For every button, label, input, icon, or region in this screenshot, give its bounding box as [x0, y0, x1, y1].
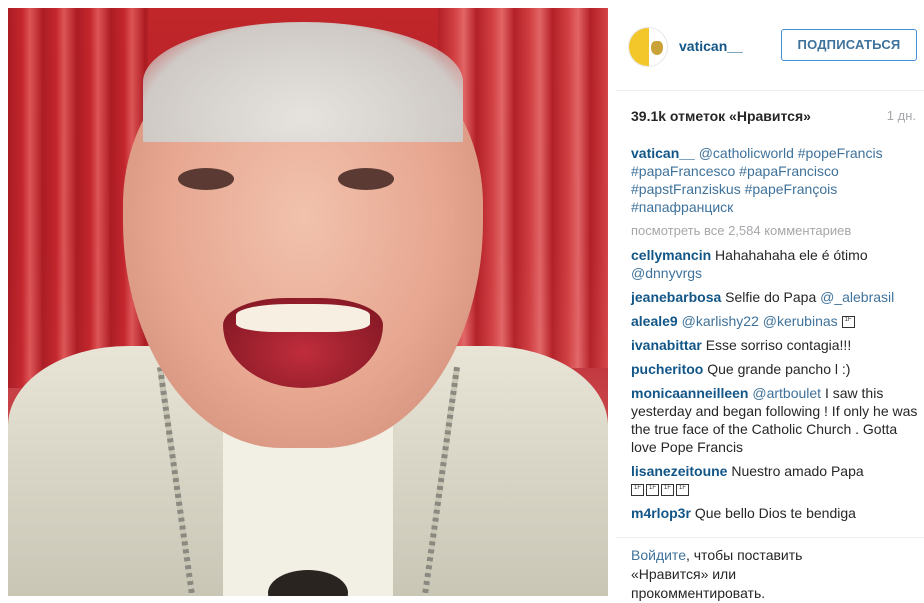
username-link[interactable]: vatican__	[679, 38, 743, 54]
emoji-glyph-icon: 1F	[646, 484, 659, 497]
list-item: lisanezeitoune Nuestro amado Papa 1F 1F 1F…	[631, 462, 919, 498]
teeth	[236, 304, 370, 332]
caption: vatican__ @catholicworld #popeFrancis #p…	[631, 144, 919, 216]
emoji-glyph-icon: 1F	[841, 316, 855, 329]
login-prompt: Войдите, чтобы поставить «Нравится» или …	[616, 537, 924, 601]
list-item: monicaanneilleen @artboulet I saw this y…	[631, 384, 919, 456]
list-item: m4rlop3r Que bello Dios te bendiga	[631, 504, 919, 522]
emoji-glyph-icon: 1F	[661, 484, 674, 497]
login-link[interactable]: Войдите	[631, 547, 686, 563]
comment-user-link[interactable]: monicaanneilleen	[631, 385, 748, 401]
avatar[interactable]	[628, 27, 668, 67]
comment-user-link[interactable]: lisanezeitoune	[631, 463, 727, 479]
post-header: vatican__ ПОДПИСАТЬСЯ	[616, 0, 924, 90]
post-time[interactable]: 1 дн.	[887, 108, 916, 123]
comment-text: Que bello Dios te bendiga	[694, 505, 856, 521]
header-divider	[616, 90, 924, 91]
comment-user-link[interactable]: aleale9	[631, 313, 678, 329]
eye-right	[338, 168, 394, 190]
comment-user-link[interactable]: jeanebarbosa	[631, 289, 721, 305]
comment-user-link[interactable]: m4rlop3r	[631, 505, 691, 521]
emoji-glyph-icon: 1F	[631, 484, 644, 497]
likes-count[interactable]: 39.1k отметок «Нравится»	[631, 108, 811, 124]
list-item: aleale9 @karlishy22 @kerubinas 1F	[631, 312, 919, 330]
view-all-comments-link[interactable]: посмотреть все 2,584 комментариев	[631, 222, 919, 240]
post-photo[interactable]	[8, 8, 608, 596]
eye-left	[178, 168, 234, 190]
login-text: Войдите, чтобы поставить «Нравится» или …	[631, 547, 803, 601]
follow-button[interactable]: ПОДПИСАТЬСЯ	[781, 29, 917, 61]
hair	[143, 22, 463, 142]
comment-mention[interactable]: @_alebrasil	[820, 289, 894, 305]
comment-text: Hahahahaha ele é ótimo	[715, 247, 868, 263]
comments-list: vatican__ @catholicworld #popeFrancis #p…	[631, 144, 919, 528]
comment-user-link[interactable]: cellymancin	[631, 247, 711, 263]
comment-text: Esse sorriso contagia!!!	[705, 337, 852, 353]
comment-user-link[interactable]: pucheritoo	[631, 361, 703, 377]
keys-emblem-icon	[651, 41, 663, 55]
comment-text: Nuestro amado Papa	[731, 463, 864, 479]
comment-text: Selfie do Papa	[725, 289, 817, 305]
comment-mention[interactable]: @karlishy22 @kerubinas	[682, 313, 838, 329]
comment-mention[interactable]: @artboulet	[752, 385, 821, 401]
caption-user-link[interactable]: vatican__	[631, 145, 695, 161]
post-sidebar: vatican__ ПОДПИСАТЬСЯ 39.1k отметок «Нра…	[616, 0, 924, 601]
list-item: ivanabittar Esse sorriso contagia!!!	[631, 336, 919, 354]
comment-mention[interactable]: @dnnyvrgs	[631, 265, 702, 281]
list-item: pucheritoo Que grande pancho l :)	[631, 360, 919, 378]
list-item: cellymancin Hahahahaha ele é ótimo @dnny…	[631, 246, 919, 282]
comment-text: Que grande pancho l :)	[707, 361, 851, 377]
list-item: jeanebarbosa Selfie do Papa @_alebrasil	[631, 288, 919, 306]
comment-user-link[interactable]: ivanabittar	[631, 337, 702, 353]
emoji-glyph-icon: 1F	[676, 484, 689, 497]
